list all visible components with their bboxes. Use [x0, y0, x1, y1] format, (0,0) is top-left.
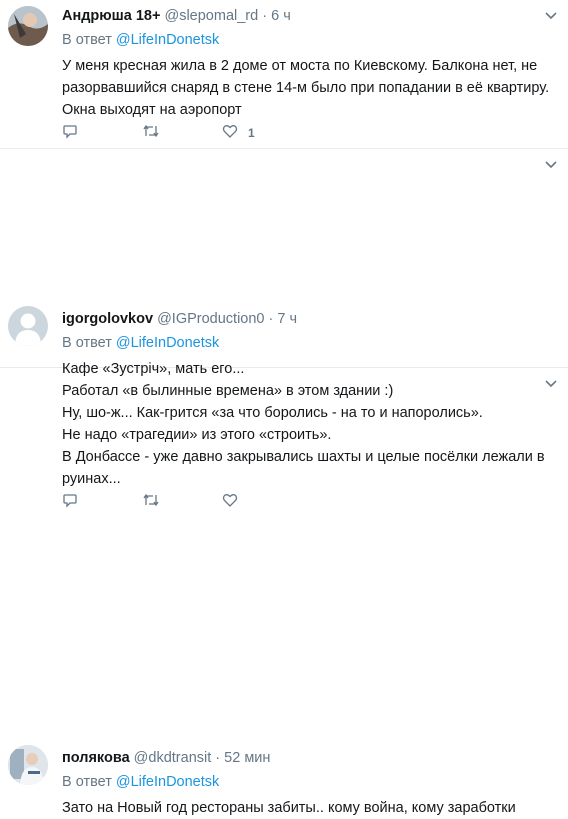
tweet: igorgolovkov @IGProduction0 · 7 ч В отве… [0, 149, 568, 508]
chevron-down-icon[interactable] [544, 157, 558, 175]
tweet-text-line: У меня кресная жила в 2 доме от моста по… [62, 58, 538, 74]
tweet-text-line: разорвавшийся снаряд в стене 14-м было п… [62, 80, 550, 96]
reply-to-link[interactable]: @LifeInDonetsk [116, 774, 219, 790]
tweet: Андрюша 18+ @slepomal_rd · 6 ч В ответ @… [0, 0, 568, 149]
user-handle[interactable]: @slepomal_rd [164, 8, 258, 24]
separator-dot: · [262, 8, 268, 24]
separator-dot: · [215, 750, 221, 766]
retweet-button[interactable] [142, 492, 222, 511]
heart-icon [222, 123, 238, 142]
reply-context: В ответ @LifeInDonetsk [62, 772, 556, 792]
like-count: 1 [248, 125, 255, 140]
like-button[interactable]: 1 [222, 123, 302, 142]
retweet-icon [142, 123, 160, 142]
tweet-actions: 1 [62, 123, 302, 142]
reply-prefix: В ответ [62, 774, 112, 790]
display-name[interactable]: Андрюша 18+ [62, 8, 160, 24]
tweet-text-line: Зато на Новый год рестораны забиты.. ком… [62, 800, 516, 816]
reply-prefix: В ответ [62, 335, 112, 351]
display-name[interactable]: полякова [62, 750, 130, 766]
tweet-text: У меня кресная жила в 2 доме от моста по… [62, 55, 556, 121]
reply-button[interactable] [62, 492, 142, 511]
separator-dot: · [268, 311, 274, 327]
reply-to-link[interactable]: @LifeInDonetsk [116, 32, 219, 48]
reply-context: В ответ @LifeInDonetsk [62, 30, 556, 50]
timestamp[interactable]: 7 ч [277, 311, 297, 327]
reply-to-link[interactable]: @LifeInDonetsk [116, 335, 219, 351]
avatar[interactable] [8, 306, 48, 346]
timestamp[interactable]: 52 мин [224, 750, 270, 766]
retweet-button[interactable] [142, 123, 222, 142]
avatar[interactable] [8, 745, 48, 785]
tweet-text-line: руинах... [62, 471, 121, 487]
like-button[interactable] [222, 492, 302, 511]
avatar[interactable] [8, 6, 48, 46]
tweet: полякова @dkdtransit · 52 мин В ответ @L… [0, 368, 568, 816]
user-handle[interactable]: @dkdtransit [134, 750, 212, 766]
tweet-text: Зато на Новый год рестораны забиты.. ком… [62, 797, 556, 819]
tweet-text-line: Окна выходят на аэропорт [62, 102, 242, 118]
reply-prefix: В ответ [62, 32, 112, 48]
reply-icon [62, 123, 78, 142]
chevron-down-icon[interactable] [544, 8, 558, 26]
chevron-down-icon[interactable] [544, 376, 558, 394]
reply-icon [62, 492, 78, 511]
timestamp[interactable]: 6 ч [271, 8, 291, 24]
retweet-icon [142, 492, 160, 511]
heart-icon [222, 492, 238, 511]
reply-context: В ответ @LifeInDonetsk [62, 333, 556, 353]
reply-button[interactable] [62, 123, 142, 142]
display-name[interactable]: igorgolovkov [62, 311, 153, 327]
tweet-actions [62, 492, 302, 511]
user-handle[interactable]: @IGProduction0 [157, 311, 264, 327]
